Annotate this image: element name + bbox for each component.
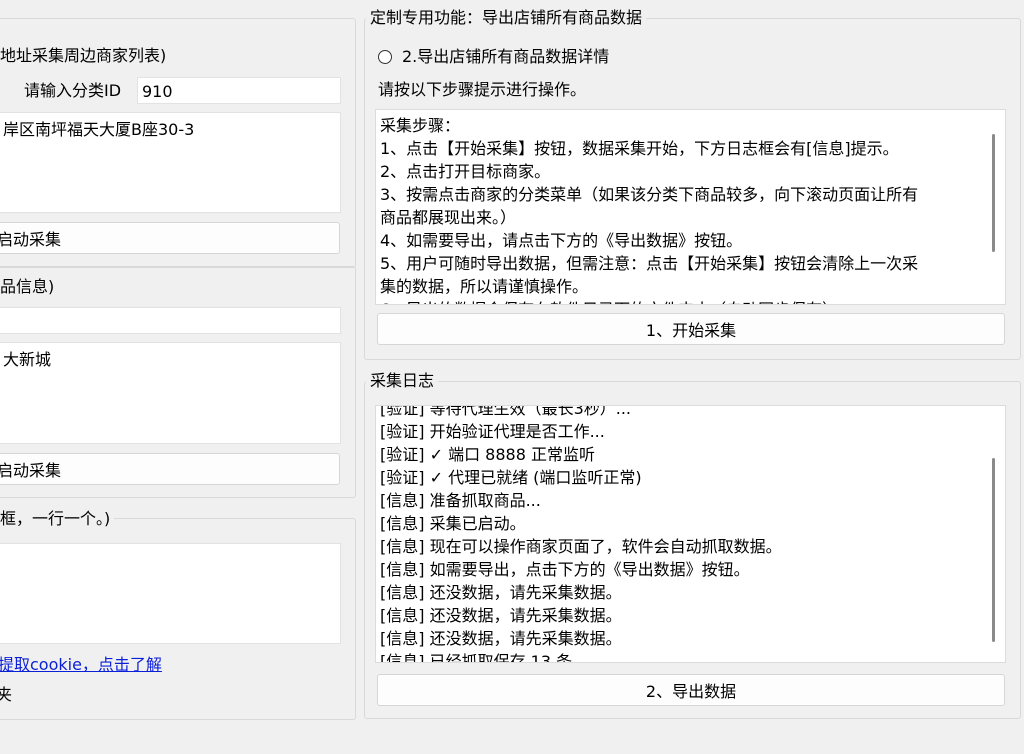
- export-details-radio-label[interactable]: 2.导出店铺所有商品数据详情: [402, 46, 609, 68]
- log-scrollbar[interactable]: [992, 458, 995, 642]
- step-line: 1、点击【开始采集】按钮，数据采集开始，下方日志框会有[信息]提示。: [380, 139, 899, 158]
- left-group3-title: 框，一行一个。): [0, 509, 115, 529]
- log-line: [验证] 开始验证代理是否工作...: [380, 422, 605, 441]
- log-line: [信息] 还没数据，请先采集数据。: [380, 629, 622, 648]
- log-title: 采集日志: [366, 371, 439, 391]
- export-data-button[interactable]: 2、导出数据: [377, 674, 1005, 706]
- left-group1-title: 地址采集周边商家列表): [0, 46, 171, 66]
- category-id-input[interactable]: 910: [137, 77, 341, 104]
- start-collect-button-1[interactable]: 启动采集: [0, 222, 340, 254]
- step-line: 5、用户可随时导出数据，但需注意：点击【开始采集】按钮会清除上一次采: [380, 254, 919, 273]
- log-line: [信息] 准备抓取商品...: [380, 491, 541, 510]
- log-line: [信息] 已经抓取保存 13 条...: [380, 652, 588, 663]
- instruction-hint: 请按以下步骤提示进行操作。: [378, 80, 587, 99]
- steps-lines: 采集步骤： 1、点击【开始采集】按钮，数据采集开始，下方日志框会有[信息]提示。 2…: [380, 114, 981, 304]
- cookie-textarea[interactable]: [0, 543, 341, 644]
- log-line: [信息] 采集已启动。: [380, 514, 526, 533]
- start-collect-label-1: 启动采集: [0, 230, 62, 249]
- start-collect-main-label: 1、开始采集: [645, 321, 737, 340]
- step-line: 商品都展现出来。）: [380, 208, 517, 227]
- log-line: [验证] ✓ 端口 8888 正常监听: [380, 445, 595, 464]
- custom-export-title: 定制专用功能：导出店铺所有商品数据: [366, 8, 647, 28]
- export-details-radio[interactable]: [378, 50, 392, 64]
- log-line: [信息] 还没数据，请先采集数据。: [380, 583, 622, 602]
- step-line: 集的数据，所以请谨慎操作。: [380, 277, 589, 296]
- step-line: 6、导出的数据会保存在软件目录下的文件夹中（自动同步保存）: [380, 298, 981, 304]
- start-collect-button-2[interactable]: 启动采集: [0, 453, 340, 485]
- step-line: 采集步骤：: [380, 116, 461, 135]
- log-line: [信息] 如需要导出，点击下方的《导出数据》按钮。: [380, 560, 750, 579]
- steps-scrollbar[interactable]: [992, 134, 995, 252]
- log-line: [信息] 现在可以操作商家页面了，软件会自动抓取数据。: [380, 537, 782, 556]
- address2-textarea[interactable]: 大新城: [0, 342, 341, 444]
- steps-textbox[interactable]: 采集步骤： 1、点击【开始采集】按钮，数据采集开始，下方日志框会有[信息]提示。 2…: [375, 109, 1006, 305]
- cookie-help-link[interactable]: 提取cookie，点击了解: [0, 654, 162, 676]
- start-collect-label-2: 启动采集: [0, 461, 62, 480]
- step-line: 3、按需点击商家的分类菜单（如果该分类下商品较多，向下滚动页面让所有: [380, 185, 919, 204]
- address-value: 岸区南坪福天大厦B座30-3: [3, 120, 195, 139]
- log-line: [信息] 还没数据，请先采集数据。: [380, 606, 622, 625]
- log-line: [验证] 等待代理生效（最长3秒）...: [380, 405, 632, 418]
- export-data-label: 2、导出数据: [645, 682, 737, 701]
- log-lines: [验证] 等待代理生效（最长3秒）... [验证] 开始验证代理是否工作... [验…: [380, 405, 981, 663]
- bottom-label: 夹: [0, 685, 13, 704]
- step-line: 4、如需要导出，请点击下方的《导出数据》按钮。: [380, 231, 743, 250]
- address-textarea[interactable]: 岸区南坪福天大厦B座30-3: [0, 112, 341, 213]
- category-id-label: 请输入分类ID: [24, 81, 122, 100]
- log-textbox[interactable]: [验证] 等待代理生效（最长3秒）... [验证] 开始验证代理是否工作... [验…: [375, 405, 1006, 663]
- step-line: 2、点击打开目标商家。: [380, 162, 551, 181]
- product-input[interactable]: [0, 307, 341, 334]
- log-line: [验证] ✓ 代理已就绪 (端口监听正常): [380, 468, 642, 487]
- category-id-value: 910: [142, 82, 173, 101]
- address2-value: 大新城: [3, 350, 52, 369]
- left-group2-title: 品信息): [0, 277, 59, 297]
- start-collect-main-button[interactable]: 1、开始采集: [377, 313, 1005, 345]
